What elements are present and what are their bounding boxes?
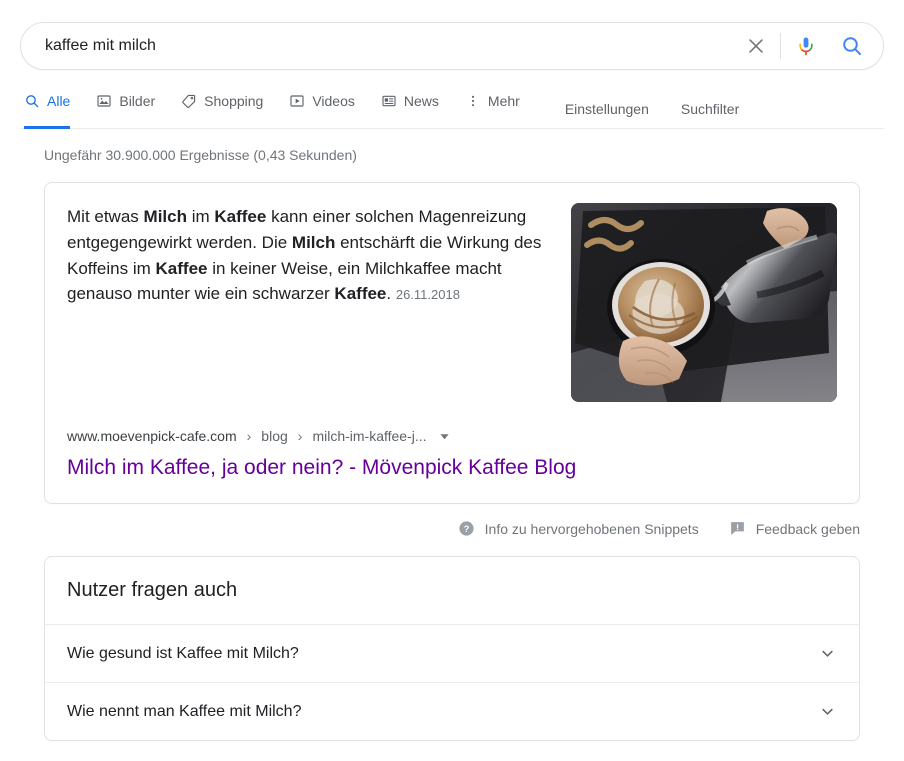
feedback-flag-icon — [730, 522, 744, 536]
video-icon — [290, 94, 304, 107]
expand-toggle[interactable] — [818, 702, 837, 721]
tab-bilder[interactable]: Bilder — [83, 84, 168, 128]
breadcrumb-menu-button[interactable] — [439, 431, 450, 442]
close-icon — [749, 39, 763, 53]
tab-news[interactable]: News — [368, 84, 452, 128]
barista-pouring-latte-art-image — [571, 203, 837, 402]
snippet-rich-text: Mit etwas Milch im Kaffee kann einer sol… — [67, 207, 541, 303]
chevron-down-icon — [822, 651, 833, 657]
microphone-icon — [799, 37, 813, 56]
results-content: Mit etwas Milch im Kaffee kann einer sol… — [20, 182, 884, 742]
svg-text:?: ? — [463, 524, 469, 534]
snippet-feedback-row: ? Info zu hervorgehobenen Snippets Feedb… — [44, 504, 860, 537]
expand-toggle[interactable] — [818, 644, 837, 663]
tab-label: Mehr — [487, 92, 520, 109]
snippet-highlight: Kaffee — [214, 207, 267, 226]
newspaper-icon — [382, 95, 396, 106]
snippet-highlight: Milch — [291, 232, 336, 252]
snippet-highlight: Milch — [143, 207, 187, 226]
search-input[interactable] — [21, 37, 734, 55]
clear-search-button[interactable] — [734, 24, 778, 68]
question-circle-icon: ? — [459, 521, 474, 536]
search-icon — [843, 37, 861, 55]
tab-label: Bilder — [119, 92, 156, 109]
tab-label: Shopping — [204, 92, 264, 109]
people-also-ask-item[interactable]: Wie gesund ist Kaffee mit Milch? — [45, 624, 859, 682]
snippet-text-run: Mit etwas — [67, 207, 144, 226]
tab-videos[interactable]: Videos — [276, 84, 368, 128]
tab-alle[interactable]: Alle — [20, 84, 83, 129]
give-feedback-label: Feedback geben — [755, 520, 860, 537]
result-title-link[interactable]: Milch im Kaffee, ja oder nein? - Mövenpi… — [45, 450, 859, 503]
tab-label: Alle — [47, 92, 71, 109]
caret-down-icon — [439, 433, 449, 439]
people-also-ask-card: Nutzer fragen auch Wie gesund ist Kaffee… — [44, 556, 860, 742]
search-tools-link[interactable]: Suchfilter — [665, 101, 755, 117]
tab-mehr[interactable]: Mehr — [452, 84, 533, 128]
result-breadcrumb: www.moevenpick-cafe.com › blog › milch-i… — [45, 402, 859, 450]
search-nav-tabs: Alle Bilder Shopping Videos News Mehr Ei… — [20, 70, 884, 129]
tab-shopping[interactable]: Shopping — [168, 84, 276, 128]
search-bar[interactable] — [20, 22, 884, 70]
snippet-info-link[interactable]: ? Info zu hervorgehobenen Snippets — [458, 520, 699, 537]
tab-label: Videos — [312, 92, 355, 109]
breadcrumb-segment-blog: blog — [261, 428, 288, 444]
search-bar-container — [0, 0, 904, 70]
featured-snippet-text: Mit etwas Milch im Kaffee kann einer sol… — [67, 203, 571, 402]
tag-icon — [182, 94, 196, 108]
snippet-highlight: Kaffee — [334, 284, 387, 304]
question-text: Wie gesund ist Kaffee mit Milch? — [67, 644, 299, 662]
featured-snippet-body: Mit etwas Milch im Kaffee kann einer sol… — [45, 183, 859, 402]
chevron-down-icon — [822, 709, 833, 715]
give-feedback-link[interactable]: Feedback geben — [729, 520, 860, 537]
tab-label: News — [403, 92, 439, 109]
snippet-text-run: . — [386, 284, 396, 304]
result-stats: Ungefähr 30.900.000 Ergebnisse (0,43 Sek… — [44, 147, 357, 163]
breadcrumb-separator: › — [297, 428, 303, 444]
search-icon — [26, 94, 39, 107]
snippet-highlight: Kaffee — [155, 258, 208, 278]
snippet-text-run: im — [186, 207, 215, 226]
question-text: Wie nennt man Kaffee mit Milch? — [67, 702, 302, 720]
people-also-ask-item[interactable]: Wie nennt man Kaffee mit Milch? — [45, 682, 859, 740]
featured-snippet-card: Mit etwas Milch im Kaffee kann einer sol… — [44, 182, 860, 505]
more-vertical-icon — [471, 95, 474, 106]
snippet-date: 26.11.2018 — [395, 287, 460, 303]
featured-snippet-thumbnail[interactable] — [571, 203, 837, 402]
nav-links: Einstellungen Suchfilter — [549, 101, 755, 128]
settings-link[interactable]: Einstellungen — [549, 101, 665, 117]
search-submit-button[interactable] — [829, 24, 875, 68]
snippet-info-label: Info zu hervorgehobenen Snippets — [484, 520, 699, 537]
image-icon — [97, 94, 111, 107]
search-divider — [780, 33, 781, 59]
breadcrumb-separator: › — [246, 428, 252, 444]
breadcrumb-segment-page: milch-im-kaffee-j... — [312, 428, 427, 444]
breadcrumb-host: www.moevenpick-cafe.com — [67, 428, 237, 444]
voice-search-button[interactable] — [783, 24, 829, 68]
people-also-ask-heading: Nutzer fragen auch — [67, 579, 238, 602]
